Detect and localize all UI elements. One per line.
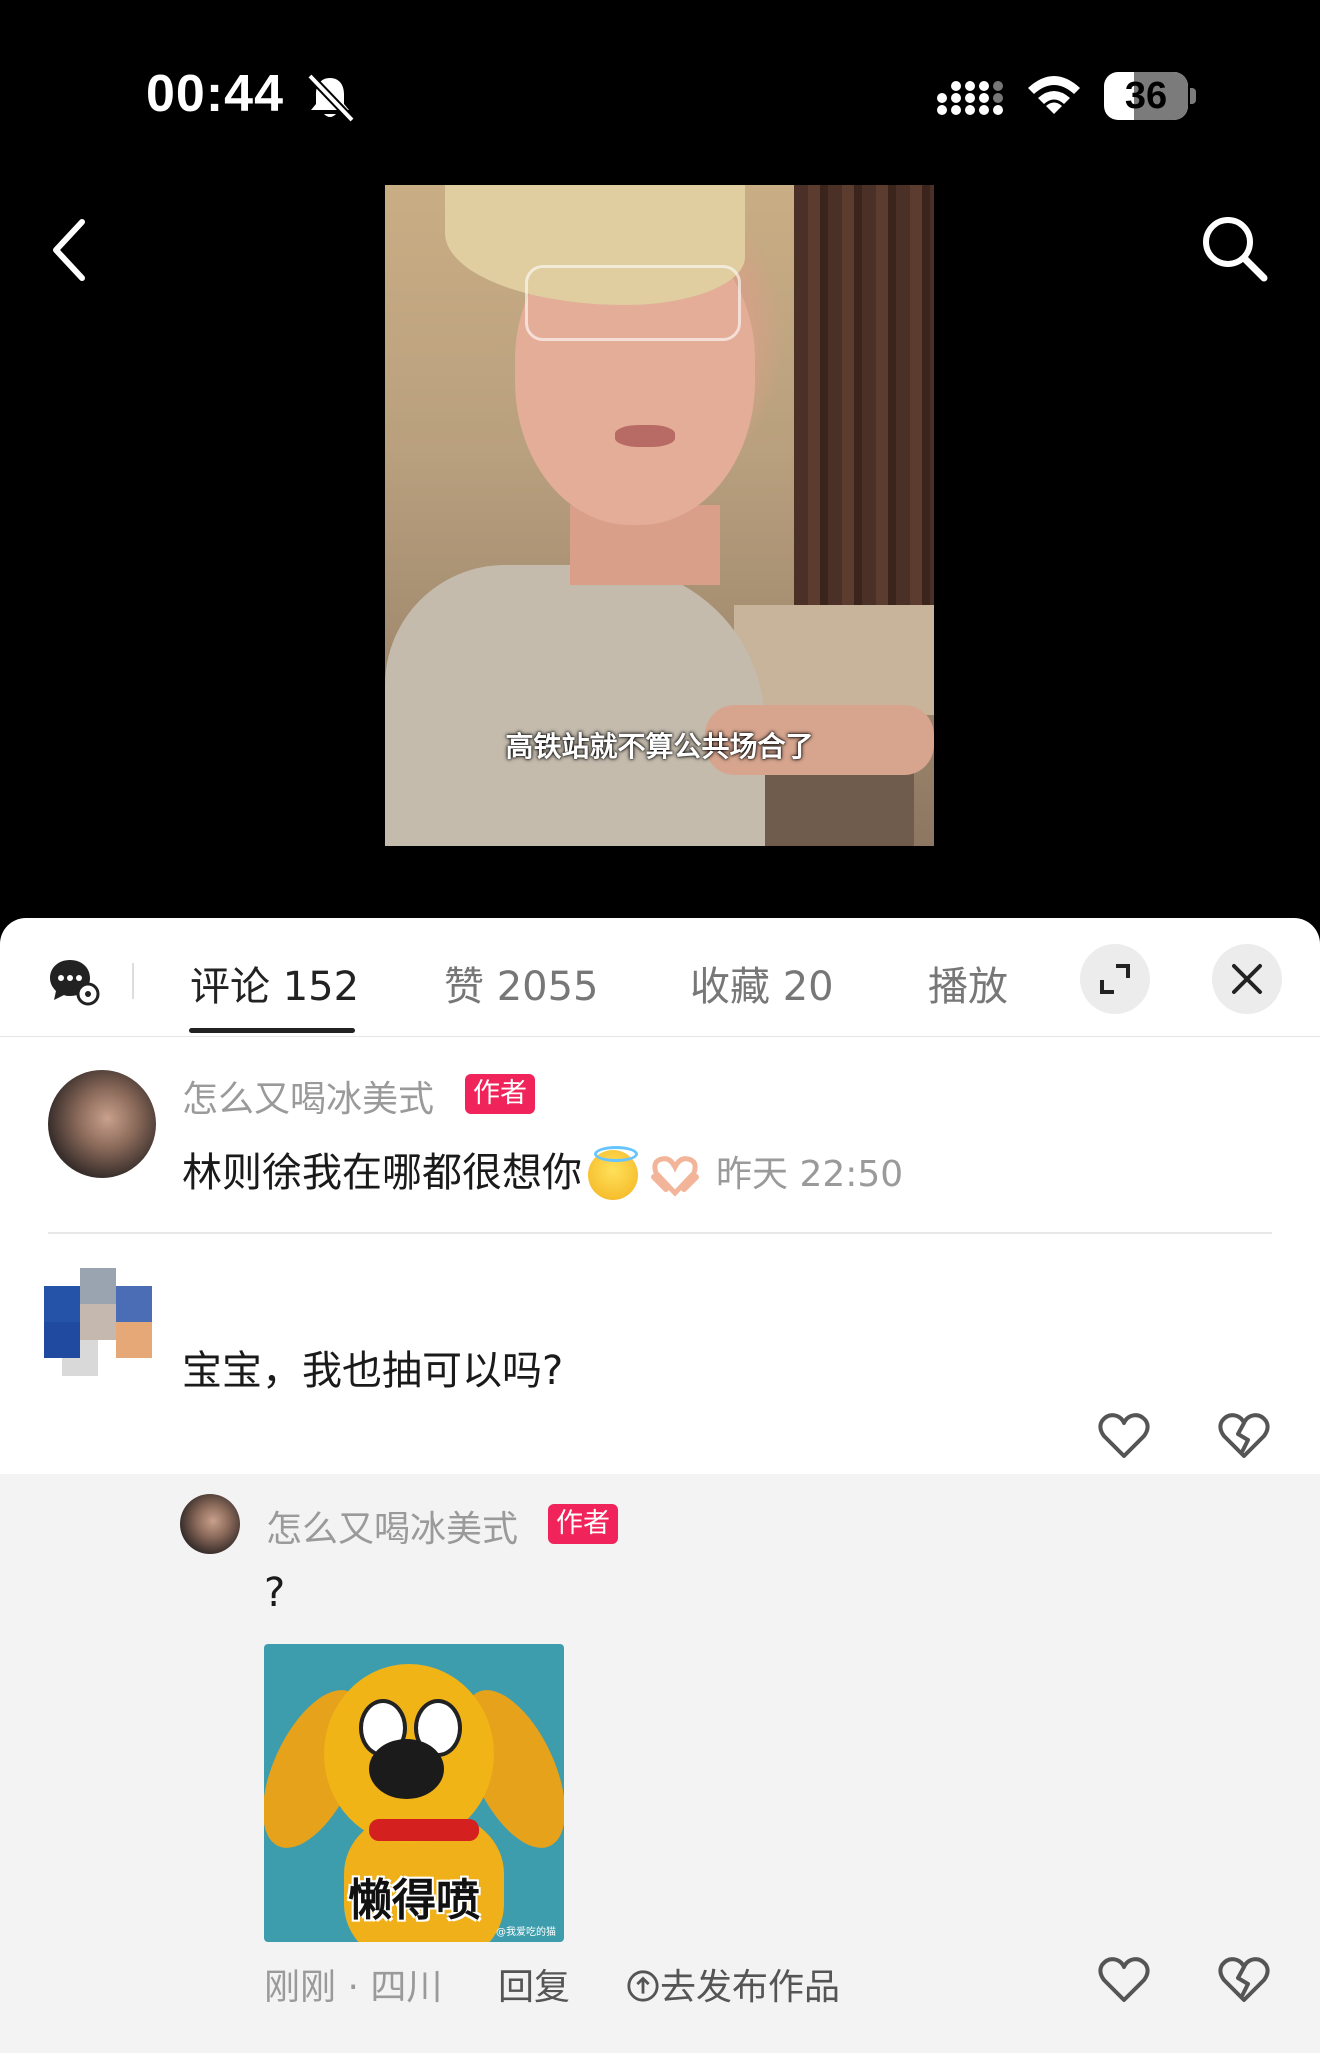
battery-tip [1190, 88, 1196, 104]
heart-hands-emoji-icon [651, 1156, 699, 1197]
comment-time: 昨天 22:50 [716, 1154, 904, 1195]
close-icon [1232, 964, 1262, 994]
publish-work-button[interactable]: 去发布作品 [626, 1958, 840, 2010]
video-player[interactable]: 高铁站就不算公共场合了 [385, 185, 934, 846]
comment-body: 林则徐我在哪都很想你 [182, 1150, 582, 1196]
active-tab-indicator [189, 1028, 355, 1033]
sticker-watermark: @我爱吃的猫 [496, 1927, 556, 1938]
close-button[interactable] [1212, 944, 1282, 1014]
bell-muted-icon [307, 73, 355, 123]
panel-tab-bar: 评论 152 赞 2055 收藏 20 播放 [0, 918, 1320, 1037]
reply-avatar[interactable] [180, 1494, 240, 1554]
like-icon[interactable] [1098, 1412, 1150, 1460]
avatar[interactable] [48, 1070, 156, 1178]
dislike-icon[interactable] [1218, 1412, 1270, 1460]
comment-text: 林则徐我在哪都很想你 昨天 22:50 [182, 1140, 903, 1200]
tab-separator [132, 963, 134, 999]
back-icon[interactable] [40, 210, 100, 290]
reply-username[interactable]: 怎么又喝冰美式 [266, 1500, 518, 1552]
blurred-username[interactable] [190, 1270, 510, 1316]
reply-button[interactable]: 回复 [498, 1958, 570, 2010]
comment-divider [48, 1232, 1272, 1234]
comment-username[interactable]: 怎么又喝冰美式 [182, 1070, 434, 1122]
dislike-icon[interactable] [1218, 1956, 1270, 2004]
sticker-image[interactable]: 懒得喷 @我爱吃的猫 [264, 1644, 564, 1942]
comment-panel: 评论 152 赞 2055 收藏 20 播放 怎么又喝冰美式 作者 林则徐我在哪… [0, 918, 1320, 2053]
blurred-meta [184, 1416, 584, 1456]
search-icon[interactable] [1196, 210, 1272, 286]
tab-plays[interactable]: 播放 [928, 954, 1008, 1012]
upload-icon [627, 1970, 659, 2002]
sticker-text: 懒得喷 [348, 1875, 480, 1926]
angel-emoji-icon [588, 1146, 638, 1200]
wifi-icon [1028, 76, 1080, 114]
cellular-signal-icon [937, 81, 1003, 115]
battery-indicator: 36 [1104, 72, 1188, 120]
publish-work-label: 去发布作品 [660, 1967, 841, 2008]
author-badge: 作者 [548, 1504, 618, 1544]
expand-button[interactable] [1080, 944, 1150, 1014]
tab-favorites[interactable]: 收藏 20 [690, 954, 834, 1012]
reply-time-location: 刚刚 · 四川 [264, 1967, 443, 2008]
author-badge: 作者 [465, 1074, 535, 1114]
avatar-blurred[interactable] [44, 1268, 152, 1376]
comment-settings-icon[interactable] [48, 956, 100, 1006]
tab-likes[interactable]: 赞 2055 [444, 954, 599, 1012]
reply-text: ? [264, 1570, 286, 1616]
video-caption: 高铁站就不算公共场合了 [505, 730, 814, 763]
expand-icon [1100, 964, 1130, 994]
tab-comments[interactable]: 评论 152 [190, 954, 359, 1012]
status-time: 00:44 [146, 65, 284, 123]
like-icon[interactable] [1098, 1956, 1150, 2004]
comment-text: 宝宝，我也抽可以吗? [182, 1348, 564, 1394]
